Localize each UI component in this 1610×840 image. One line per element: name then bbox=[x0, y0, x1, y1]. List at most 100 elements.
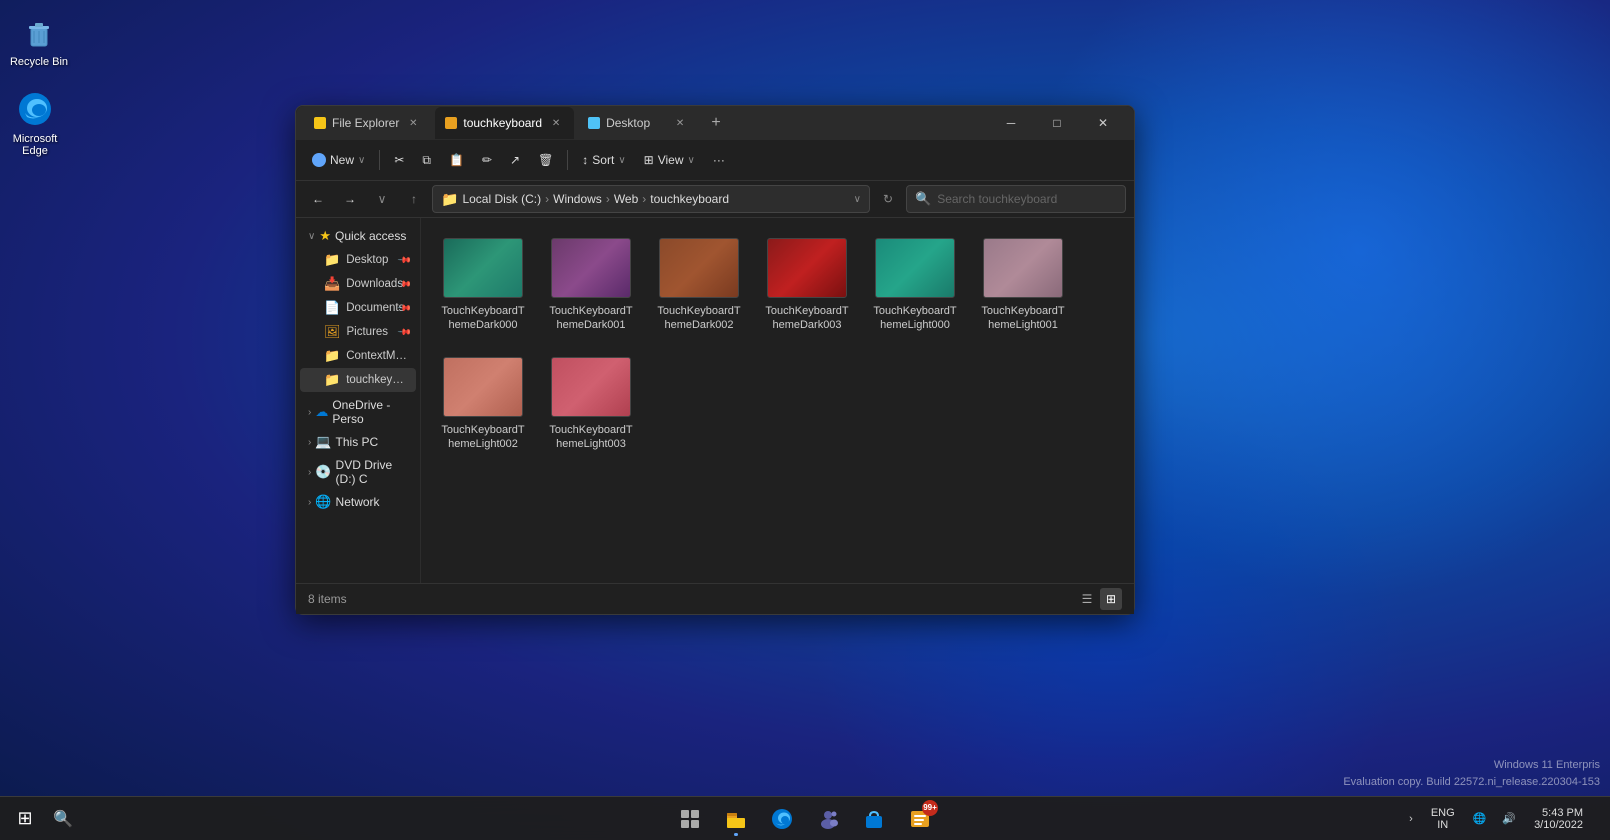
tab-desktop-label: Desktop bbox=[606, 116, 650, 130]
file-item-light001[interactable]: TouchKeyboardThemeLight001 bbox=[973, 230, 1073, 341]
desktop-folder-icon: 📁 bbox=[324, 252, 340, 268]
path-web[interactable]: Web bbox=[614, 192, 638, 206]
sidebar-item-documents[interactable]: 📄 Documents 📌 bbox=[300, 296, 416, 320]
quick-access-label: Quick access bbox=[335, 229, 406, 243]
network-chevron: › bbox=[308, 497, 311, 508]
taskbar-search-button[interactable]: 🔍 bbox=[46, 802, 80, 836]
taskbar-task-view[interactable] bbox=[669, 799, 711, 839]
sidebar-item-downloads[interactable]: 📥 Downloads 📌 bbox=[300, 272, 416, 296]
list-view-button[interactable]: ☰ bbox=[1076, 588, 1098, 610]
back-button[interactable]: ← bbox=[304, 185, 332, 213]
view-button[interactable]: ⊞ View ∨ bbox=[636, 144, 703, 176]
start-button[interactable]: ⊞ bbox=[8, 802, 42, 836]
file-thumbnail-dark003 bbox=[767, 238, 847, 298]
file-item-dark003[interactable]: TouchKeyboardThemeDark003 bbox=[757, 230, 857, 341]
view-icon: ⊞ bbox=[644, 153, 654, 167]
taskbar-chevron[interactable]: › bbox=[1405, 809, 1417, 829]
onedrive-header[interactable]: › ☁ OneDrive - Perso bbox=[300, 394, 416, 430]
minimize-button[interactable]: ─ bbox=[988, 107, 1034, 139]
edge-label: Microsoft Edge bbox=[4, 133, 66, 157]
recycle-bin-desktop-icon[interactable]: Recycle Bin bbox=[4, 8, 74, 72]
tab-file-explorer[interactable]: File Explorer ✕ bbox=[304, 107, 431, 139]
file-item-light000[interactable]: TouchKeyboardThemeLight000 bbox=[865, 230, 965, 341]
copy-button[interactable]: ⧉ bbox=[414, 144, 439, 176]
search-input[interactable] bbox=[937, 192, 1117, 206]
sidebar-item-desktop[interactable]: 📁 Desktop 📌 bbox=[300, 248, 416, 272]
address-path[interactable]: 📁 Local Disk (C:) › Windows › Web › touc… bbox=[432, 185, 870, 213]
taskbar-file-explorer[interactable] bbox=[715, 799, 757, 839]
share-button[interactable]: ↗ bbox=[502, 144, 528, 176]
up-button[interactable]: ↑ bbox=[400, 185, 428, 213]
sidebar-item-touchkeyboard-label: touchkeyboard bbox=[346, 374, 408, 386]
maximize-button[interactable]: □ bbox=[1034, 107, 1080, 139]
rename-icon: ✏ bbox=[482, 153, 492, 167]
file-name-light003: TouchKeyboardThemeLight003 bbox=[549, 423, 633, 452]
tab-file-explorer-label: File Explorer bbox=[332, 116, 399, 130]
search-box[interactable]: 🔍 bbox=[906, 185, 1126, 213]
file-thumbnail-dark000 bbox=[443, 238, 523, 298]
tab-file-explorer-close[interactable]: ✕ bbox=[405, 115, 421, 131]
tab-file-explorer-icon bbox=[314, 117, 326, 129]
file-thumbnail-light002 bbox=[443, 357, 523, 417]
file-name-dark001: TouchKeyboardThemeDark001 bbox=[549, 304, 633, 333]
grid-view-button[interactable]: ⊞ bbox=[1100, 588, 1122, 610]
taskbar-files-app[interactable]: 99+ bbox=[899, 799, 941, 839]
tab-desktop-close[interactable]: ✕ bbox=[672, 115, 688, 131]
rename-button[interactable]: ✏ bbox=[474, 144, 500, 176]
edge-desktop-icon[interactable]: Microsoft Edge bbox=[0, 85, 70, 161]
quick-access-header[interactable]: ∨ ★ Quick access bbox=[300, 224, 416, 248]
taskbar-store[interactable] bbox=[853, 799, 895, 839]
file-item-dark001[interactable]: TouchKeyboardThemeDark001 bbox=[541, 230, 641, 341]
tab-touchkeyboard[interactable]: touchkeyboard ✕ bbox=[435, 107, 574, 139]
taskbar-language[interactable]: ENG IN bbox=[1425, 805, 1461, 833]
taskbar-clock[interactable]: 5:43 PM 3/10/2022 bbox=[1528, 805, 1589, 833]
copy-icon: ⧉ bbox=[422, 153, 431, 168]
cut-button[interactable]: ✂ bbox=[386, 144, 412, 176]
path-dropdown-icon: ∨ bbox=[854, 194, 861, 205]
file-explorer-window: File Explorer ✕ touchkeyboard ✕ Desktop … bbox=[295, 105, 1135, 615]
paste-button[interactable]: 📋 bbox=[441, 144, 472, 176]
taskbar-sound[interactable]: 🔊 bbox=[1498, 808, 1520, 829]
refresh-button[interactable]: ↻ bbox=[874, 185, 902, 213]
this-pc-header[interactable]: › 💻 This PC bbox=[300, 430, 416, 454]
path-local-disk[interactable]: Local Disk (C:) bbox=[462, 192, 541, 206]
show-desktop-button[interactable] bbox=[1597, 799, 1602, 839]
taskbar-time: 5:43 PM bbox=[1542, 807, 1583, 819]
taskbar-edge[interactable] bbox=[761, 799, 803, 839]
tab-touchkeyboard-close[interactable]: ✕ bbox=[548, 115, 564, 131]
file-thumbnail-light003 bbox=[551, 357, 631, 417]
path-touchkeyboard[interactable]: touchkeyboard bbox=[650, 192, 729, 206]
sort-icon: ↕ bbox=[582, 153, 588, 167]
new-label: New bbox=[330, 153, 354, 167]
file-item-dark000[interactable]: TouchKeyboardThemeDark000 bbox=[433, 230, 533, 341]
taskbar-teams[interactable] bbox=[807, 799, 849, 839]
taskbar-date: 3/10/2022 bbox=[1534, 819, 1583, 831]
path-windows[interactable]: Windows bbox=[553, 192, 602, 206]
sidebar-item-contextmenu[interactable]: 📁 ContextMenuC bbox=[300, 344, 416, 368]
file-item-light002[interactable]: TouchKeyboardThemeLight002 bbox=[433, 349, 533, 460]
file-item-dark002[interactable]: TouchKeyboardThemeDark002 bbox=[649, 230, 749, 341]
dvd-drive-header[interactable]: › 💿 DVD Drive (D:) C bbox=[300, 454, 416, 490]
contextmenu-folder-icon: 📁 bbox=[324, 348, 340, 364]
sidebar-item-pictures[interactable]: 🖼 Pictures 📌 bbox=[300, 320, 416, 344]
file-item-light003[interactable]: TouchKeyboardThemeLight003 bbox=[541, 349, 641, 460]
store-taskbar-icon bbox=[862, 807, 886, 831]
taskbar-network[interactable]: 🌐 bbox=[1469, 808, 1491, 829]
sidebar-item-touchkeyboard[interactable]: 📁 touchkeyboard bbox=[300, 368, 416, 392]
more-button[interactable]: ··· bbox=[705, 144, 733, 176]
recent-dropdown-button[interactable]: ∨ bbox=[368, 185, 396, 213]
view-toggle: ☰ ⊞ bbox=[1076, 588, 1122, 610]
delete-icon: 🗑 bbox=[538, 153, 553, 167]
tab-desktop[interactable]: Desktop ✕ bbox=[578, 107, 698, 139]
close-button[interactable]: ✕ bbox=[1080, 107, 1126, 139]
file-name-light000: TouchKeyboardThemeLight000 bbox=[873, 304, 957, 333]
address-bar: ← → ∨ ↑ 📁 Local Disk (C:) › Windows › We… bbox=[296, 181, 1134, 218]
sidebar-item-contextmenu-label: ContextMenuC bbox=[346, 350, 408, 362]
new-tab-button[interactable]: + bbox=[702, 109, 730, 137]
onedrive-chevron: › bbox=[308, 407, 311, 418]
sort-button[interactable]: ↕ Sort ∨ bbox=[574, 144, 633, 176]
new-button[interactable]: New ∨ bbox=[304, 144, 373, 176]
delete-button[interactable]: 🗑 bbox=[530, 144, 561, 176]
network-header[interactable]: › 🌐 Network bbox=[300, 490, 416, 514]
forward-button[interactable]: → bbox=[336, 185, 364, 213]
